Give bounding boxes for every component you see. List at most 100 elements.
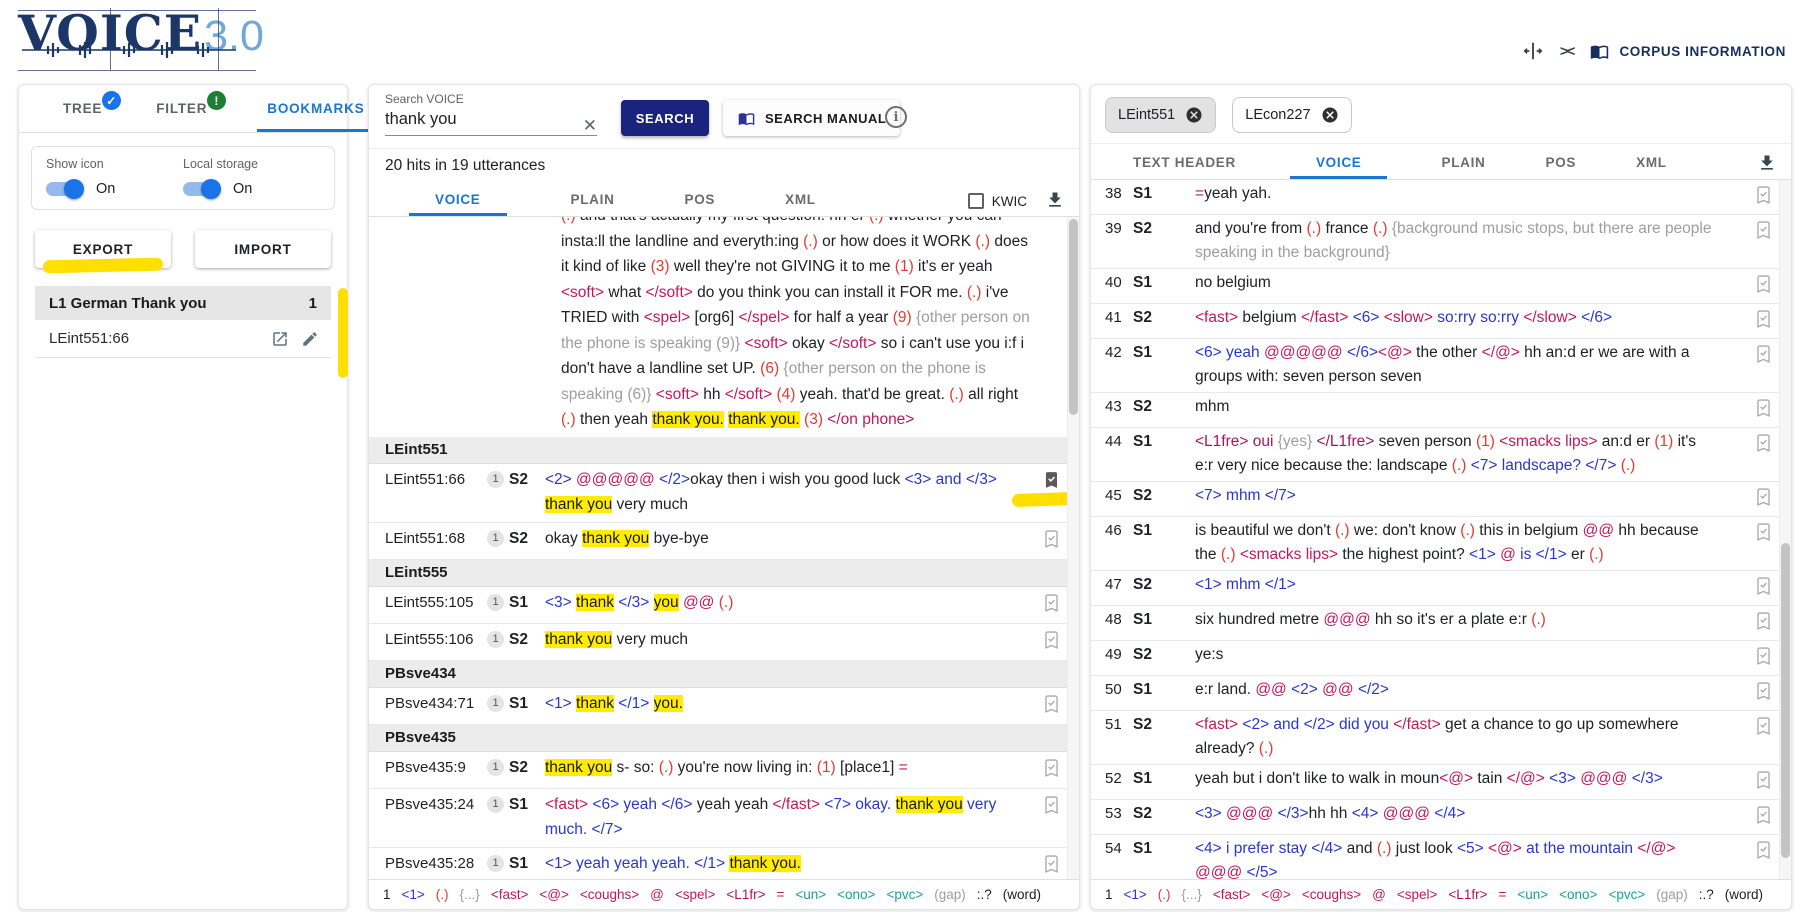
bookmark-check-icon[interactable]: [1754, 521, 1773, 543]
text-segment: <smacks lips>: [1499, 433, 1597, 450]
bookmark-check-icon[interactable]: [1754, 432, 1773, 454]
utterance-row[interactable]: 40S1no belgium: [1091, 269, 1791, 304]
tab-tree[interactable]: TREE ✓: [59, 101, 106, 132]
bookmark-check-icon[interactable]: [1042, 528, 1061, 550]
show-icon-toggle[interactable]: [46, 182, 82, 196]
hit-count-badge: 1: [487, 594, 509, 611]
tab-text-plain[interactable]: PLAIN: [1435, 155, 1491, 179]
result-row[interactable]: LEint555:1051S1<3> thank </3> you @@ (.): [369, 587, 1079, 624]
info-icon[interactable]: i: [885, 106, 907, 128]
kwic-option[interactable]: KWIC: [968, 193, 1027, 216]
bookmark-check-icon[interactable]: [1754, 610, 1773, 632]
corpus-information-button[interactable]: CORPUS INFORMATION: [1589, 42, 1786, 61]
bookmark-check-icon[interactable]: [1042, 794, 1061, 816]
tab-text-pos[interactable]: POS: [1539, 155, 1582, 179]
bookmark-group-header[interactable]: L1 German Thank you 1: [35, 286, 331, 320]
tab-results-pos[interactable]: POS: [679, 192, 722, 216]
kwic-checkbox[interactable]: [968, 193, 984, 209]
bookmark-check-icon[interactable]: [1042, 757, 1061, 779]
collapse-panels-icon[interactable]: ><: [1560, 43, 1574, 60]
result-row[interactable]: PBsve435:281S1<1> yeah yeah yeah. </1> t…: [369, 848, 1079, 880]
utterance-id: PBsve434:71: [369, 691, 487, 717]
utterance-row[interactable]: 45S2<7> mhm </7>: [1091, 482, 1791, 517]
bookmark-check-icon[interactable]: [1754, 839, 1773, 861]
tab-bookmarks[interactable]: BOOKMARKS: [257, 101, 374, 132]
tab-results-voice[interactable]: VOICE: [409, 192, 507, 216]
utterance-row[interactable]: 46S1is beautiful we don't (.) we: don't …: [1091, 517, 1791, 571]
split-view-icon[interactable]: [1522, 40, 1544, 62]
export-button[interactable]: EXPORT: [35, 230, 171, 268]
chip-lecon227[interactable]: LEcon227: [1232, 97, 1351, 133]
local-storage-toggle[interactable]: [183, 182, 219, 196]
search-button[interactable]: SEARCH: [621, 100, 709, 136]
utterance-row[interactable]: 53S2<3> @@@ </3>hh hh <4> @@@ </4>: [1091, 800, 1791, 835]
utterance-row[interactable]: 43S2mhm: [1091, 393, 1791, 428]
utterance-row[interactable]: 50S1e:r land. @@ <2> @@ </2>: [1091, 676, 1791, 711]
text-segment: ye:s: [1195, 646, 1223, 663]
tab-filter[interactable]: FILTER !: [152, 101, 211, 132]
bookmark-check-icon[interactable]: [1754, 575, 1773, 597]
tab-results-xml[interactable]: XML: [779, 192, 822, 216]
bookmark-check-icon[interactable]: [1042, 693, 1061, 715]
bookmark-check-icon[interactable]: [1754, 308, 1773, 330]
bookmark-check-icon[interactable]: [1042, 629, 1061, 651]
result-row[interactable]: LEint551:661S2<2> @@@@@ </2>okay then i …: [369, 464, 1079, 523]
close-icon[interactable]: [1321, 106, 1339, 124]
utterance-row[interactable]: 54S1<4> i prefer stay </4> and (.) just …: [1091, 835, 1791, 879]
bookmark-check-icon[interactable]: [1754, 715, 1773, 737]
utterance-row[interactable]: 47S2<1> mhm </1>: [1091, 571, 1791, 606]
result-row[interactable]: PBsve435:91S2thank you s- so: (.) you're…: [369, 752, 1079, 789]
bookmark-check-icon[interactable]: [1754, 184, 1773, 206]
bookmark-check-icon[interactable]: [1754, 645, 1773, 667]
text-segment: <fast>: [1195, 309, 1238, 326]
tab-text-xml[interactable]: XML: [1630, 155, 1673, 179]
bookmark-item[interactable]: LEint551:66: [35, 320, 331, 358]
bookmark-check-icon[interactable]: [1754, 680, 1773, 702]
open-in-new-icon[interactable]: [271, 330, 289, 348]
scrollbar-thumb[interactable]: [1069, 219, 1078, 415]
results-scrollbar[interactable]: [1067, 217, 1079, 879]
tab-text-header[interactable]: TEXT HEADER: [1127, 155, 1242, 179]
utterance-row[interactable]: 52S1yeah but i don't like to walk in mou…: [1091, 765, 1791, 800]
close-icon[interactable]: [1185, 106, 1203, 124]
import-button[interactable]: IMPORT: [195, 230, 331, 268]
text-segment: bye-bye: [649, 530, 708, 547]
scrollbar-thumb[interactable]: [1781, 543, 1790, 858]
utterance-row[interactable]: 38S1=yeah yah.: [1091, 180, 1791, 215]
speaker-label: S1: [1133, 678, 1195, 702]
bookmark-check-icon[interactable]: [1754, 219, 1773, 241]
bookmark-check-icon[interactable]: [1754, 804, 1773, 826]
open-text-chips: LEint551 LEcon227: [1091, 85, 1791, 144]
bookmark-check-icon[interactable]: [1754, 343, 1773, 365]
utterance-row[interactable]: 44S1<L1fre> oui {yes} </L1fre> seven per…: [1091, 428, 1791, 482]
tab-text-voice[interactable]: VOICE: [1290, 155, 1388, 179]
utterance-row[interactable]: 48S1six hundred metre @@@ hh so it's er …: [1091, 606, 1791, 641]
download-icon[interactable]: [1757, 153, 1777, 173]
bookmark-check-icon[interactable]: [1754, 397, 1773, 419]
result-row[interactable]: LEint555:1061S2thank you very much: [369, 624, 1079, 661]
text-scrollbar[interactable]: [1779, 180, 1791, 879]
text-segment: @@@: [1226, 805, 1273, 822]
utterance-row[interactable]: 51S2<fast> <2> and </2> did you </fast> …: [1091, 711, 1791, 765]
tab-results-plain[interactable]: PLAIN: [565, 192, 621, 216]
edit-pencil-icon[interactable]: [301, 330, 319, 348]
utterance-row[interactable]: 49S2ye:s: [1091, 641, 1791, 676]
result-row[interactable]: LEint551:681S2okay thank you bye-bye: [369, 523, 1079, 560]
clear-search-icon[interactable]: ✕: [583, 116, 597, 136]
bookmark-check-icon[interactable]: [1042, 853, 1061, 875]
chip-leint551[interactable]: LEint551: [1105, 97, 1216, 133]
bookmark-check-icon[interactable]: [1042, 592, 1061, 614]
utterance-row[interactable]: 39S2and you're from (.) france (.) {back…: [1091, 215, 1791, 269]
search-manual-button[interactable]: SEARCH MANUAL: [723, 100, 900, 136]
bookmark-check-icon[interactable]: [1754, 769, 1773, 791]
search-input[interactable]: Search VOICE thank you ✕: [385, 92, 597, 136]
bookmark-check-icon[interactable]: [1754, 273, 1773, 295]
bookmark-checked-icon[interactable]: [1042, 469, 1061, 491]
utterance-row[interactable]: 42S1<6> yeah @@@@@ </6><@> the other </@…: [1091, 339, 1791, 393]
bookmark-check-icon[interactable]: [1754, 486, 1773, 508]
result-row[interactable]: PBsve434:711S1<1> thank </1> you.: [369, 688, 1079, 725]
text-segment: thank: [576, 695, 614, 712]
utterance-row[interactable]: 41S2<fast> belgium </fast> <6> <slow> so…: [1091, 304, 1791, 339]
download-icon[interactable]: [1045, 190, 1065, 210]
result-row[interactable]: PBsve435:241S1<fast> <6> yeah </6> yeah …: [369, 789, 1079, 848]
